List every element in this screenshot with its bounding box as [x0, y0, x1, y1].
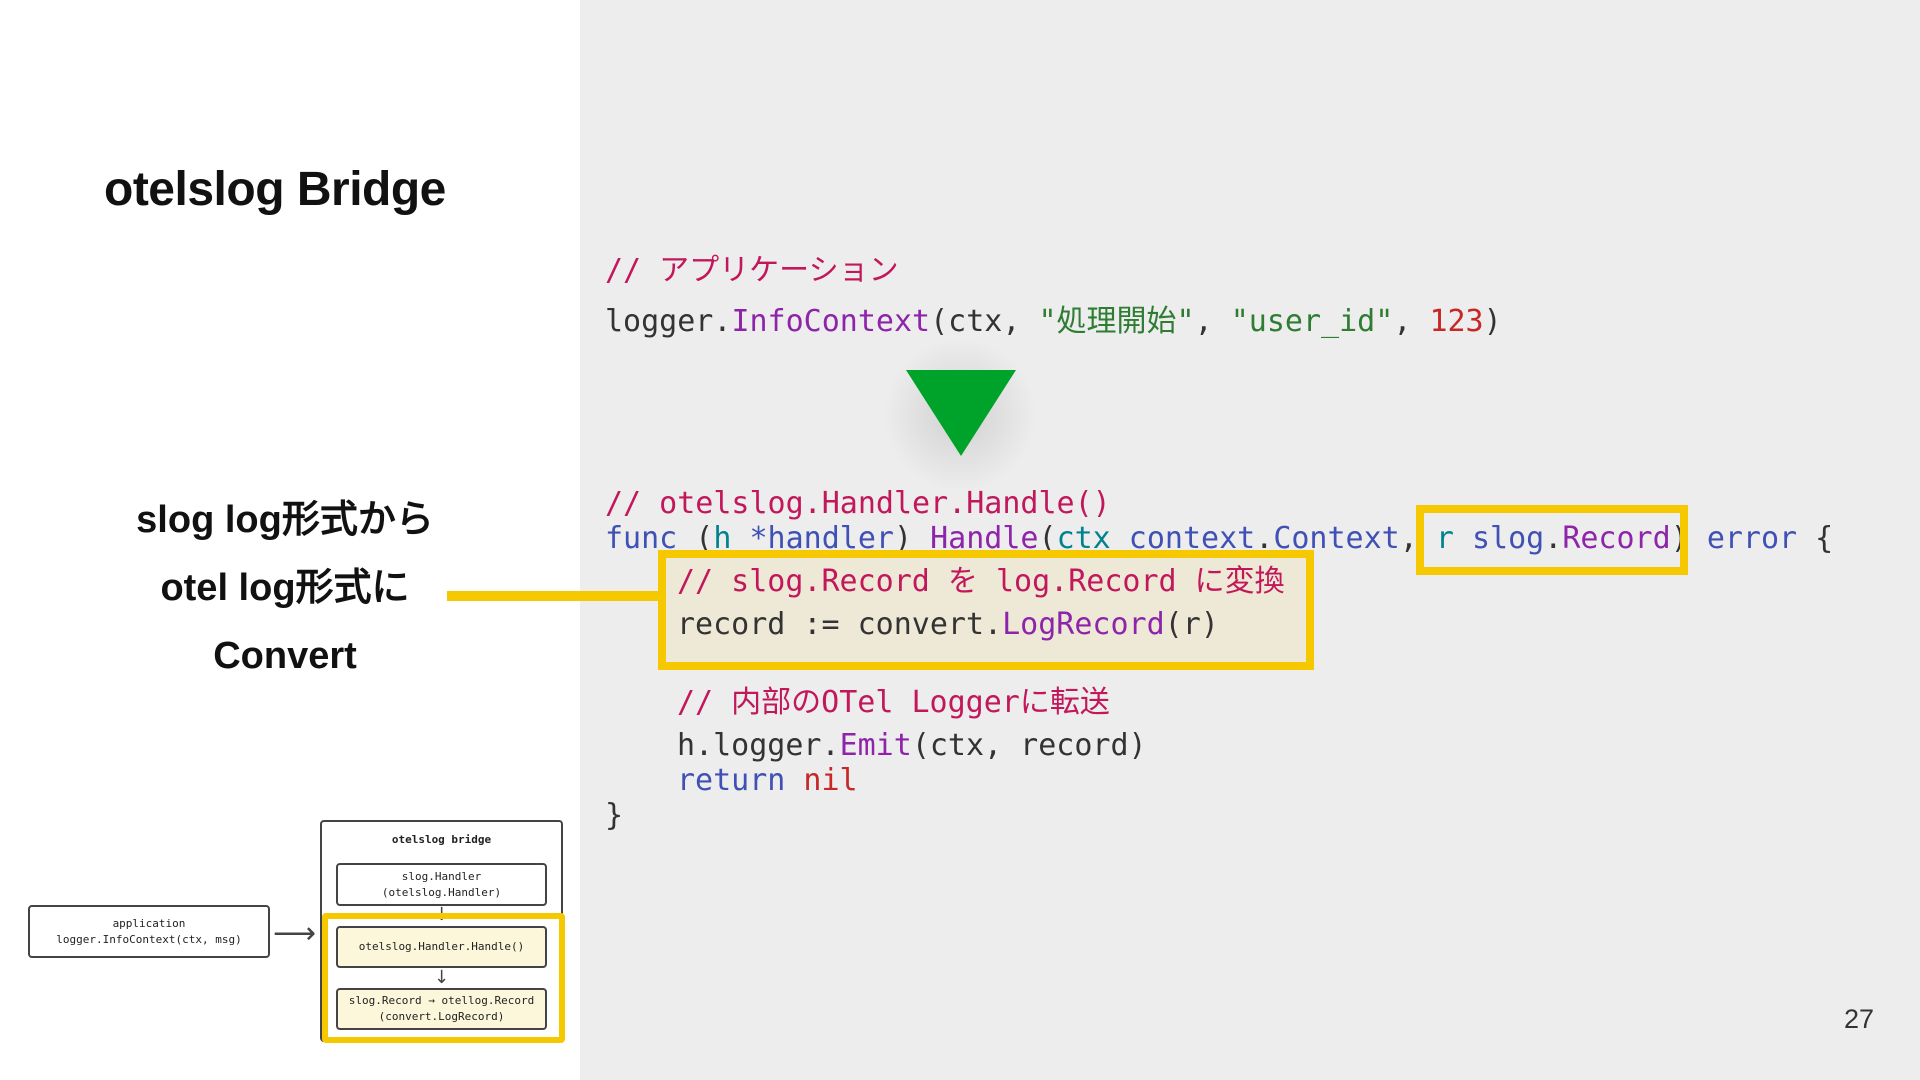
code-token: LogRecord [1002, 607, 1165, 642]
diagram-handler-box: slog.Handler (otelslog.Handler) [336, 863, 547, 906]
caption-line-2: otel log形式に [160, 567, 410, 609]
code-token: "user_id" [1230, 304, 1394, 339]
code-token: (ctx, record) [911, 728, 1147, 763]
code-comment-emit: // 内部のOTel Loggerに転送 [677, 685, 1110, 720]
code-token: (r) [1164, 607, 1219, 642]
highlight-record-param [1416, 505, 1688, 575]
connector-line [447, 591, 662, 601]
arrow-right-icon: ⟶ [273, 916, 317, 951]
code-token: "処理開始" [1038, 304, 1195, 339]
diagram-app-line-1: application [112, 916, 186, 930]
caption-line-3: Convert [213, 635, 357, 677]
code-close-brace: } [605, 798, 624, 833]
code-token: return [677, 763, 786, 798]
code-token: (ctx, [930, 304, 1039, 339]
caption-line-1: slog log形式から [136, 499, 434, 541]
code-token: logger. [605, 304, 732, 339]
code-token: nil [785, 763, 858, 798]
code-token: , [1194, 304, 1231, 339]
code-line-emit: h.logger.Emit(ctx, record) [677, 728, 1147, 763]
code-line-return: return nil [677, 763, 858, 798]
code-token: error [1706, 521, 1798, 556]
code-token: record := convert. [677, 607, 1003, 642]
code-comment-convert: // slog.Record を log.Record に変換 [677, 564, 1285, 599]
diagram-handler-line-2: (otelslog.Handler) [381, 885, 502, 899]
diagram-highlight-box [322, 913, 565, 1043]
code-token: h.logger. [677, 728, 840, 763]
diagram-bridge-title: otelslog bridge [391, 833, 492, 846]
caption: slog log形式から otel log形式に Convert [90, 486, 480, 690]
code-comment-application: // アプリケーション [605, 253, 899, 288]
diagram-application-box: application logger.InfoContext(ctx, msg) [28, 905, 270, 958]
code-token: , [1393, 304, 1430, 339]
code-line-info-context: logger.InfoContext(ctx, "処理開始", "user_id… [605, 296, 1502, 340]
code-line-convert: record := convert.LogRecord(r) [677, 607, 1219, 642]
slide-title: otelslog Bridge [104, 163, 446, 216]
diagram-handler-line-1: slog.Handler [401, 869, 482, 883]
diagram-app-line-2: logger.InfoContext(ctx, msg) [56, 932, 242, 946]
down-arrow-icon [906, 370, 1016, 456]
code-token: 123 [1429, 304, 1484, 339]
code-token: Emit [839, 728, 912, 763]
code-comment-handle: // otelslog.Handler.Handle() [605, 486, 1111, 521]
code-token: ) [1483, 304, 1502, 339]
page-number: 27 [1844, 1004, 1875, 1034]
code-token: InfoContext [731, 304, 931, 339]
code-token: { [1797, 521, 1834, 556]
